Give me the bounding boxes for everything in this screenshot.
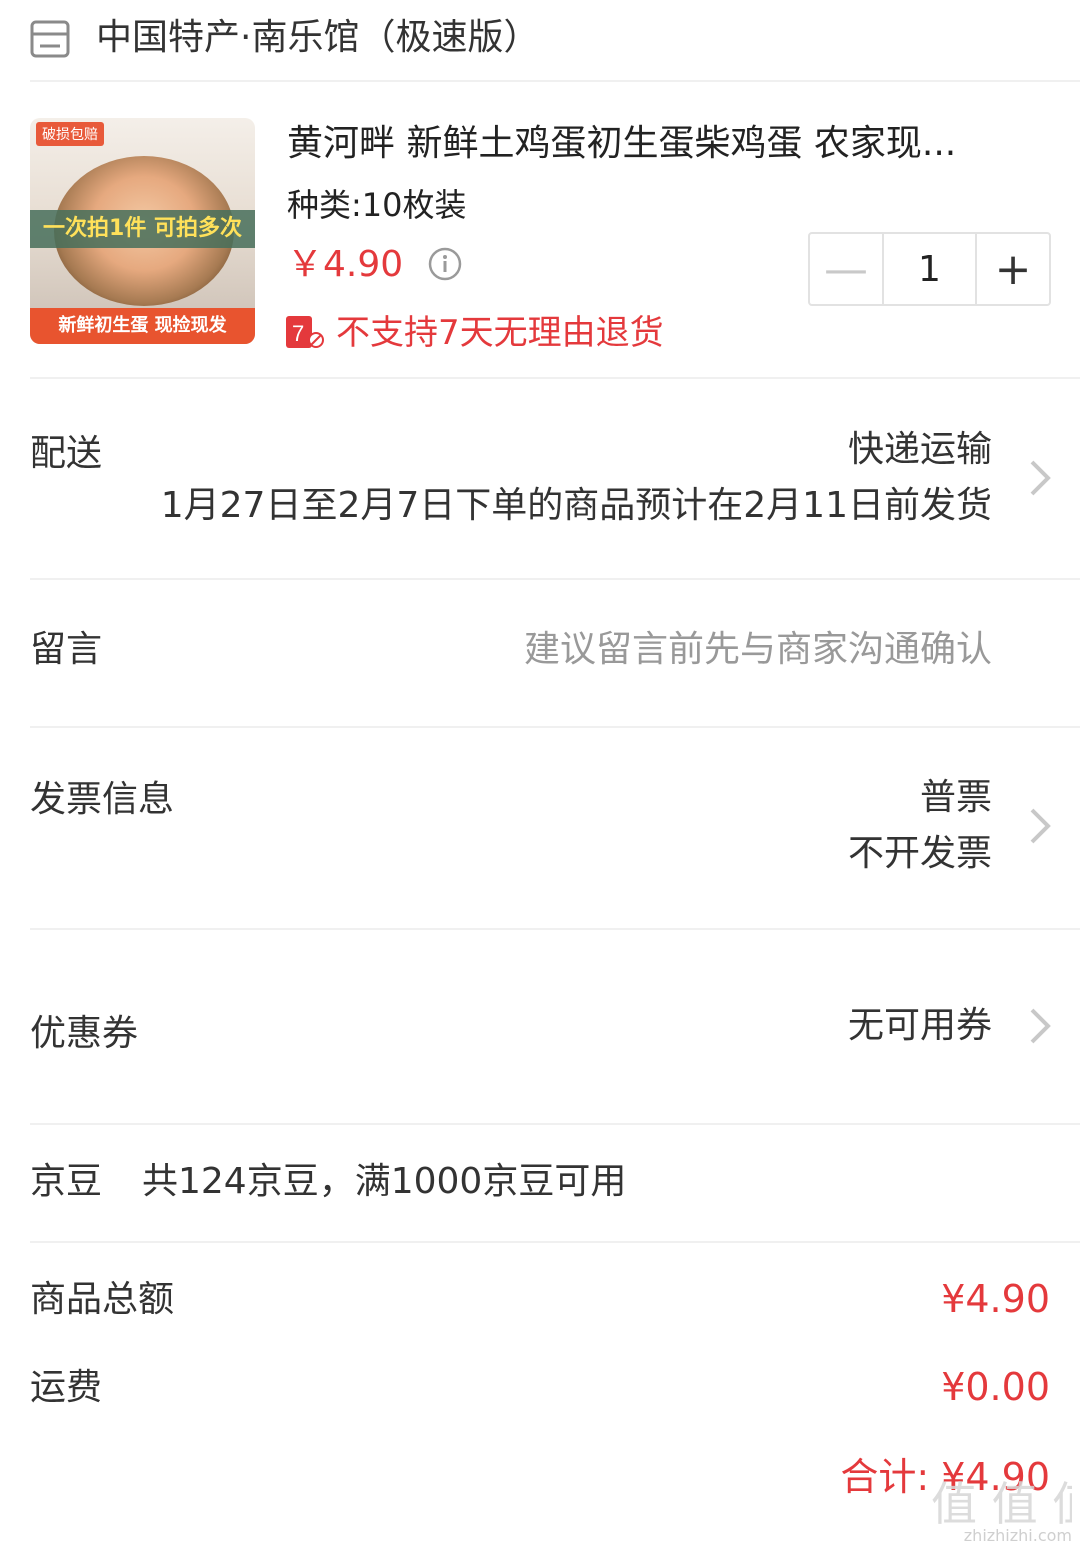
shipping-label: 运费 bbox=[30, 1367, 103, 1408]
product-spec: 种类:10枚装 bbox=[287, 186, 467, 224]
delivery-estimate: 1月27日至2月7日下单的商品预计在2月11日前发货 bbox=[160, 485, 992, 526]
invoice-type: 普票 bbox=[919, 777, 992, 818]
jingdou-desc: 共124京豆，满1000京豆可用 bbox=[142, 1161, 627, 1202]
shop-name[interactable]: 中国特产·南乐馆（极速版） bbox=[96, 12, 539, 64]
delivery-label: 配送 bbox=[30, 433, 103, 474]
image-promo-text: 一次拍1件 可拍多次 bbox=[30, 210, 255, 248]
return-policy-text: 不支持7天无理由退货 bbox=[336, 313, 664, 353]
goods-total-amount: ¥4.90 bbox=[941, 1277, 1050, 1321]
coupon-label: 优惠券 bbox=[30, 1013, 139, 1054]
divider bbox=[30, 578, 1080, 580]
image-bottom-text: 新鲜初生蛋 现捡现发 bbox=[30, 308, 255, 344]
watermark-url: zhizhizhi.com bbox=[963, 1526, 1072, 1545]
increase-button[interactable]: + bbox=[977, 234, 1049, 304]
divider bbox=[30, 1123, 1080, 1125]
product-title[interactable]: 黄河畔 新鲜土鸡蛋初生蛋柴鸡蛋 农家现... bbox=[287, 118, 1027, 170]
invoice-status: 不开发票 bbox=[847, 833, 992, 874]
coupon-value: 无可用券 bbox=[847, 1005, 992, 1046]
chevron-right-icon[interactable] bbox=[1026, 806, 1054, 846]
shipping-amount: ¥0.00 bbox=[941, 1365, 1050, 1409]
divider bbox=[30, 928, 1080, 930]
watermark-glyphs: 值 值 值 bbox=[931, 1477, 1072, 1531]
chevron-right-icon[interactable] bbox=[1026, 458, 1054, 498]
image-badge: 破损包赔 bbox=[36, 122, 104, 146]
message-input[interactable]: 建议留言前先与商家沟通确认 bbox=[524, 624, 992, 676]
quantity-value[interactable]: 1 bbox=[884, 234, 977, 304]
divider bbox=[30, 1241, 1080, 1243]
quantity-stepper[interactable]: — 1 + bbox=[808, 232, 1051, 306]
divider bbox=[30, 80, 1080, 82]
invoice-label: 发票信息 bbox=[30, 779, 175, 820]
store-icon bbox=[30, 20, 70, 58]
no-7-day-return-icon: 7 bbox=[286, 316, 324, 348]
divider bbox=[30, 377, 1080, 379]
product-image[interactable]: 破损包赔 一次拍1件 可拍多次 新鲜初生蛋 现捡现发 bbox=[30, 118, 255, 344]
goods-total-label: 商品总额 bbox=[30, 1279, 175, 1320]
divider bbox=[30, 726, 1080, 728]
message-label: 留言 bbox=[30, 629, 103, 670]
decrease-button[interactable]: — bbox=[810, 234, 884, 304]
return-icon-digit: 7 bbox=[292, 321, 304, 346]
jingdou-label: 京豆 bbox=[30, 1161, 103, 1202]
product-price: ￥4.90 bbox=[287, 244, 404, 285]
delivery-method: 快递运输 bbox=[847, 429, 992, 470]
info-icon[interactable] bbox=[428, 247, 462, 281]
chevron-right-icon[interactable] bbox=[1026, 1006, 1054, 1046]
